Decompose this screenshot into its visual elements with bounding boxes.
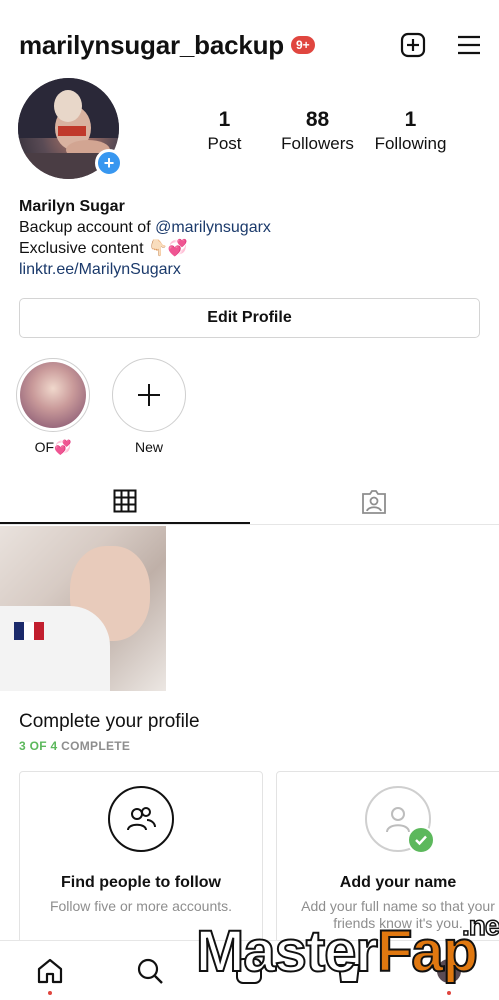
complete-profile-title: Complete your profile [19, 711, 200, 732]
tab-grid[interactable] [0, 480, 250, 524]
highlight-of[interactable]: OF💞 [16, 358, 90, 456]
plus-icon [138, 384, 160, 406]
tab-tagged[interactable] [250, 480, 499, 524]
plus-square-icon[interactable] [399, 31, 427, 59]
post-thumbnail[interactable] [0, 526, 166, 691]
progress-count: 3 OF 4 [19, 739, 58, 753]
stat-following[interactable]: 1 Following [364, 108, 457, 154]
nav-home[interactable] [0, 941, 100, 1000]
stat-following-count: 1 [404, 108, 417, 131]
nav-notification-dot [447, 991, 452, 995]
header-actions [399, 31, 483, 59]
stat-following-label: Following [374, 134, 447, 153]
home-icon [37, 958, 62, 983]
people-icon [127, 807, 156, 831]
bio-line-1-prefix: Backup account of [19, 219, 156, 236]
story-highlights: OF💞 New [16, 358, 186, 456]
mention-link[interactable]: @marilynsugarx [155, 219, 271, 236]
stat-posts-count: 1 [218, 108, 231, 131]
progress-word: COMPLETE [57, 739, 131, 753]
highlight-cover-image [20, 362, 86, 428]
highlight-ring [16, 358, 90, 432]
nav-search[interactable] [100, 941, 200, 1000]
profile-summary: + 1 Post 88 Followers 1 Following [18, 78, 499, 182]
complete-profile-progress: 3 OF 4 COMPLETE [19, 739, 130, 753]
bio-website-link[interactable]: linktr.ee/MarilynSugarx [19, 259, 480, 280]
tagged-icon [362, 490, 387, 514]
profile-header: marilynsugar_backup 9+ [19, 22, 483, 68]
profile-stats: 1 Post 88 Followers 1 Following [178, 108, 457, 154]
highlight-ring [112, 358, 186, 432]
watermark-part1: Master [195, 918, 379, 985]
card-icon-circle [108, 786, 174, 852]
nav-notification-dot [47, 991, 52, 995]
avatar[interactable]: + [18, 78, 123, 179]
watermark-net: .net [461, 909, 499, 942]
username-title[interactable]: marilynsugar_backup [19, 30, 284, 61]
profile-bio: Marilyn Sugar Backup account of @marilyn… [19, 196, 480, 280]
stat-followers-label: Followers [281, 134, 354, 153]
stat-followers-count: 88 [305, 108, 330, 131]
menu-icon[interactable] [455, 31, 483, 59]
notification-badge: 9+ [290, 36, 315, 54]
bio-line-2: Exclusive content 👇🏻💞 [19, 240, 188, 257]
grid-icon [113, 489, 137, 513]
add-story-icon[interactable]: + [95, 149, 123, 177]
post-image-sweater [0, 606, 110, 691]
highlight-label: OF💞 [34, 439, 72, 455]
highlight-label: New [134, 439, 163, 455]
card-icon-circle [365, 786, 435, 854]
card-description: Follow five or more accounts. [49, 898, 233, 914]
card-title: Add your name [339, 874, 457, 891]
stat-posts[interactable]: 1 Post [178, 108, 271, 154]
profile-tabs [0, 480, 499, 525]
watermark-logo: MasterFap.net [195, 909, 499, 985]
stat-followers[interactable]: 88 Followers [271, 108, 364, 154]
post-image-logo [14, 622, 44, 640]
edit-profile-button[interactable]: Edit Profile [19, 298, 480, 338]
bio-line-1: Backup account of @marilynsugarx [19, 217, 480, 238]
stat-posts-label: Post [207, 134, 242, 153]
check-icon [407, 826, 435, 854]
card-title: Find people to follow [61, 874, 221, 891]
highlight-new[interactable]: New [112, 358, 186, 456]
search-icon [137, 958, 163, 984]
display-name: Marilyn Sugar [19, 198, 125, 215]
